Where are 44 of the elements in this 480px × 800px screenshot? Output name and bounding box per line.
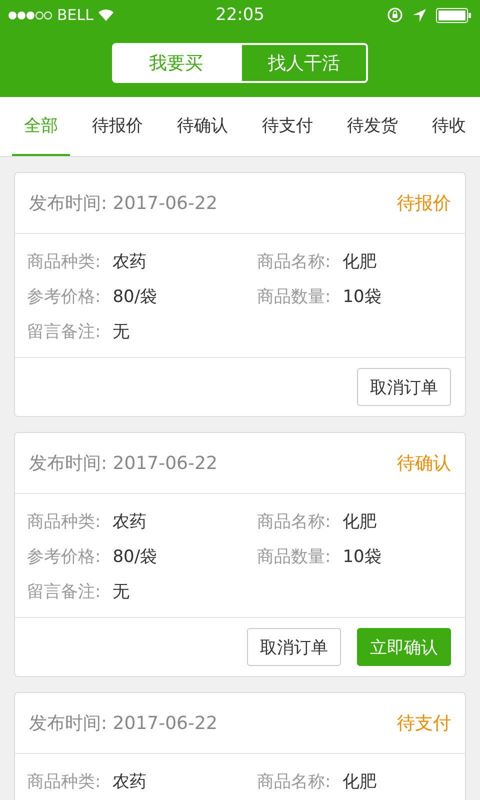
field-label: 商品名称: [257,771,331,793]
field-label: 商品名称: [257,251,331,273]
cancel-button[interactable]: 取消订单 [247,628,341,666]
field-label: 参考价格: [27,286,101,308]
field-label: 留言备注: [27,321,101,343]
publish-date: 发布时间: 2017-06-22 [29,712,218,735]
field-label: 商品种类: [27,251,101,273]
publish-date: 发布时间: 2017-06-22 [29,192,218,215]
field-value: 10袋 [342,546,382,568]
field-value: 化肥 [342,771,377,793]
field-value: 无 [112,581,130,603]
order-status: 待支付 [397,712,451,735]
filter-tab[interactable]: 待发货 [335,97,410,156]
filter-tab[interactable]: 待报价 [80,97,155,156]
battery-icon [436,8,472,22]
field-value: 化肥 [342,511,377,533]
field-value: 化肥 [342,251,377,273]
field-label: 留言备注: [27,581,101,603]
filter-tab[interactable]: 待确认 [165,97,240,156]
order-status: 待确认 [397,452,451,475]
field-value: 无 [112,321,130,343]
clock-time: 22:05 [216,5,264,25]
field-value: 农药 [112,771,147,793]
rotation-lock-icon [387,7,403,23]
carrier-name: BELL [57,6,94,24]
field-value: 10袋 [342,286,382,308]
field-value: 农药 [112,251,147,273]
filter-tab[interactable]: 待收 [420,97,478,156]
location-arrow-icon [413,8,426,22]
field-label: 商品种类: [27,511,101,533]
field-label: 商品数量: [257,546,331,568]
cancel-button[interactable]: 取消订单 [357,368,451,406]
field-value: 80/袋 [112,546,158,568]
field-label: 商品名称: [257,511,331,533]
wifi-icon [98,9,114,21]
field-label: 商品数量: [257,286,331,308]
filter-tab[interactable]: 待支付 [250,97,325,156]
field-value: 80/袋 [112,286,158,308]
field-label: 商品种类: [27,771,101,793]
field-value: 农药 [112,511,147,533]
order-status: 待报价 [397,192,451,215]
signal-icon [8,10,52,20]
field-label: 参考价格: [27,546,101,568]
publish-date: 发布时间: 2017-06-22 [29,452,218,475]
